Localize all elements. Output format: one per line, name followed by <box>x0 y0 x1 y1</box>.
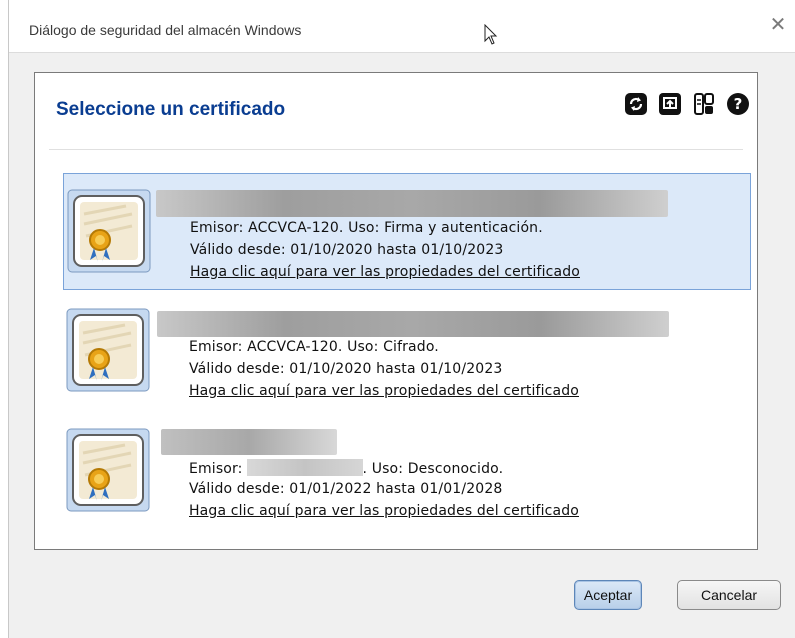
certificate-item-1[interactable]: Emisor: ACCVCA-120. Uso: Firma y autenti… <box>63 173 751 290</box>
mouse-cursor-icon <box>484 24 498 45</box>
redacted-certificate-name <box>157 311 669 337</box>
help-icon[interactable]: ? <box>725 91 751 117</box>
redacted-certificate-name <box>161 429 337 455</box>
accept-button[interactable]: Aceptar <box>574 580 642 610</box>
certificate-properties-link[interactable]: Haga clic aquí para ver las propiedades … <box>190 264 580 280</box>
certificate-validity: Válido desde: 01/10/2020 hasta 01/10/202… <box>189 361 503 377</box>
cancel-button[interactable]: Cancelar <box>677 580 781 610</box>
redacted-issuer <box>246 459 363 476</box>
certificate-issuer: Emisor: ACCVCA-120. Uso: Firma y autenti… <box>190 220 543 236</box>
import-icon[interactable] <box>657 91 683 117</box>
certificate-item-3[interactable]: Emisor: . Uso: Desconocido. Válido desde:… <box>63 413 751 530</box>
svg-text:?: ? <box>734 95 743 113</box>
title-bar: Diálogo de seguridad del almacén Windows… <box>9 0 795 53</box>
issuer-suffix: . Uso: Desconocido. <box>362 461 504 477</box>
certificate-issuer: Emisor: . Uso: Desconocido. <box>189 459 503 477</box>
toolbar: ? <box>623 91 751 117</box>
certificate-issuer: Emisor: ACCVCA-120. Uso: Cifrado. <box>189 339 439 355</box>
certificate-panel: Seleccione un certificado ? Emisor: ACCV… <box>34 72 758 550</box>
window-title: Diálogo de seguridad del almacén Windows <box>29 22 302 38</box>
certificate-properties-link[interactable]: Haga clic aquí para ver las propiedades … <box>189 383 579 399</box>
certificate-item-2[interactable]: Emisor: ACCVCA-120. Uso: Cifrado. Válido… <box>63 293 751 410</box>
certificate-validity: Válido desde: 01/01/2022 hasta 01/01/202… <box>189 481 503 497</box>
certificate-properties-link[interactable]: Haga clic aquí para ver las propiedades … <box>189 503 579 519</box>
certificate-icon <box>65 307 151 393</box>
view-icon[interactable] <box>691 91 717 117</box>
security-dialog: Diálogo de seguridad del almacén Windows… <box>8 0 795 638</box>
redacted-certificate-name <box>156 190 668 217</box>
certificate-icon <box>66 188 152 274</box>
refresh-icon[interactable] <box>623 91 649 117</box>
panel-divider <box>49 149 743 150</box>
certificate-validity: Válido desde: 01/10/2020 hasta 01/10/202… <box>190 242 504 258</box>
certificate-icon <box>65 427 151 513</box>
issuer-prefix: Emisor: <box>189 461 243 477</box>
panel-title: Seleccione un certificado <box>56 99 286 120</box>
close-icon[interactable]: ✕ <box>768 14 788 34</box>
